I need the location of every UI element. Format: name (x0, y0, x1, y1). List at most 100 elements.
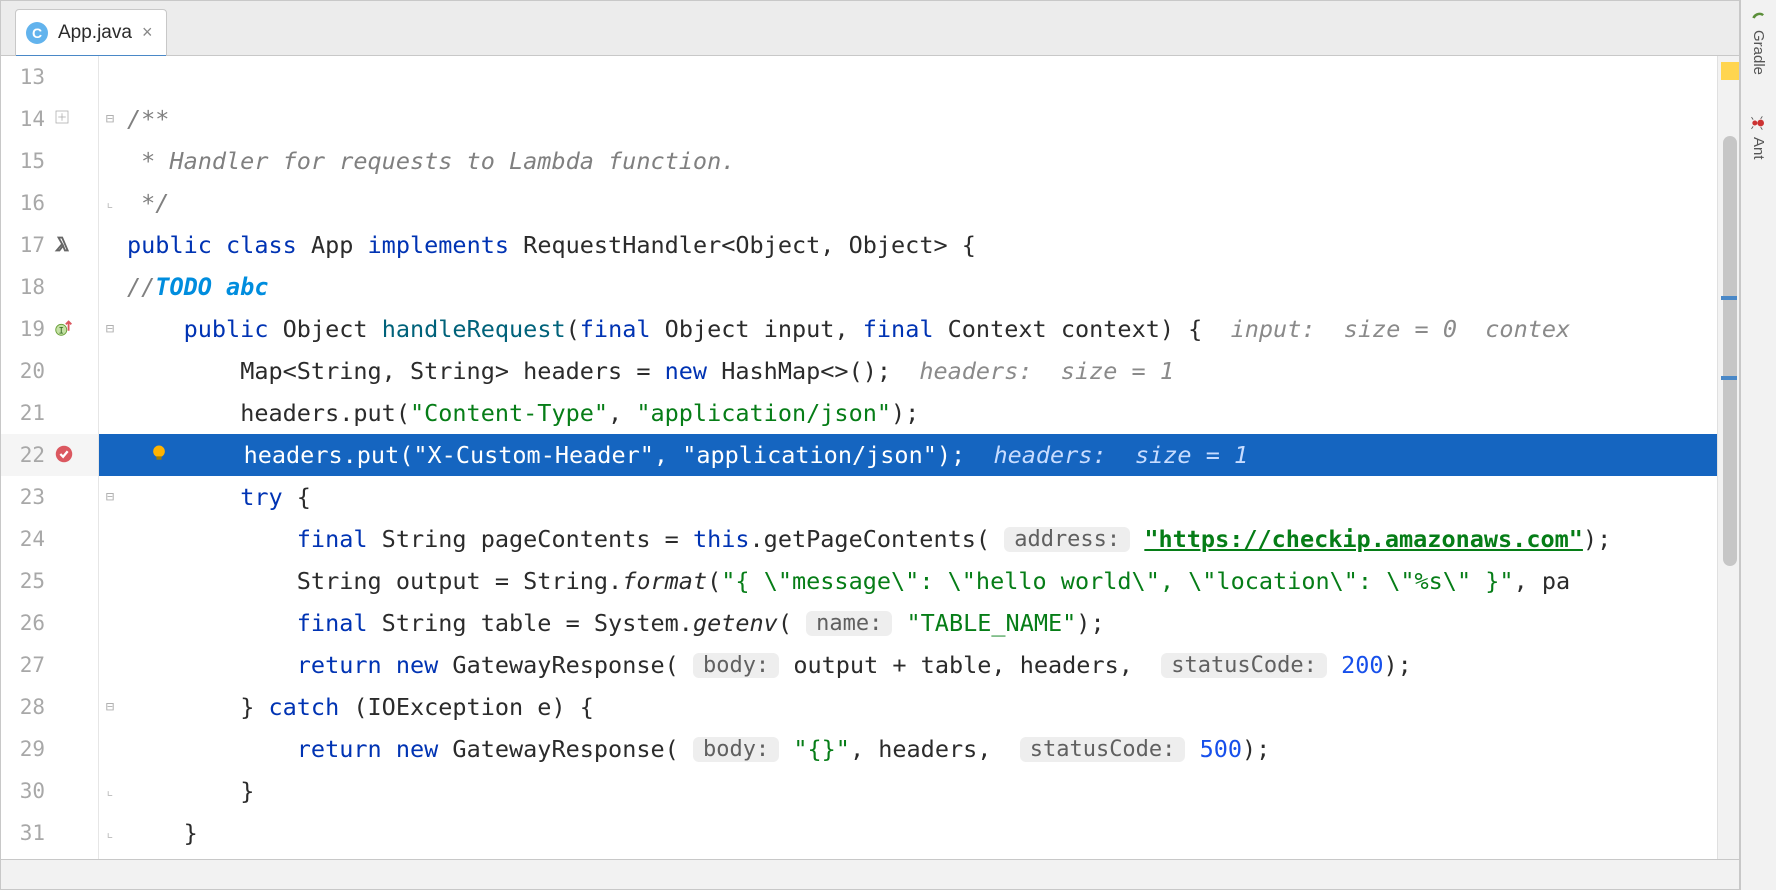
code-token: public class (127, 231, 311, 259)
code-token: /** (127, 105, 169, 133)
lambda-icon[interactable] (53, 233, 77, 257)
marker-rail[interactable] (1717, 56, 1739, 859)
code-line[interactable]: */ (121, 182, 1717, 224)
code-column[interactable]: /** * Handler for requests to Lambda fun… (121, 56, 1717, 859)
code-line[interactable]: return new GatewayResponse( body: "{}", … (121, 728, 1717, 770)
code-token: */ (127, 189, 169, 217)
blue-marker[interactable] (1721, 376, 1737, 380)
fold-handle-icon[interactable]: ⌞ (106, 195, 114, 211)
code-token: handleRequest (382, 315, 566, 343)
code-line[interactable]: headers.put("X-Custom-Header", "applicat… (121, 434, 1717, 476)
gutter-line[interactable]: 25 (1, 560, 98, 602)
code-line[interactable]: } catch (IOException e) { (121, 686, 1717, 728)
fold-cell (99, 602, 121, 644)
gutter[interactable]: 1314 15 16171819I202122232425 26 272829 30 31 (1, 56, 99, 859)
code-token: Object input, (665, 315, 863, 343)
code-line[interactable]: try { (121, 476, 1717, 518)
fold-cell[interactable]: ⊟ (99, 686, 121, 728)
code-token: input: size = 0 contex (1231, 315, 1571, 343)
ant-icon[interactable] (1749, 113, 1769, 133)
blank-icon (53, 527, 77, 551)
gutter-line[interactable]: 30 (1, 770, 98, 812)
code-line[interactable] (121, 56, 1717, 98)
gutter-line[interactable]: 22 (1, 434, 98, 476)
code-token: return new (297, 651, 453, 679)
blue-marker[interactable] (1721, 296, 1737, 300)
scrollbar-thumb[interactable] (1723, 136, 1737, 566)
code-line[interactable]: /** (121, 98, 1717, 140)
code-token: .getPageContents( (750, 525, 1005, 553)
fold-handle-icon[interactable]: ⊟ (106, 321, 114, 337)
editor-area[interactable]: 13141516171819I202122232425262728293031 … (1, 56, 1739, 859)
code-token: public (184, 315, 283, 343)
gutter-line[interactable]: 26 (1, 602, 98, 644)
gutter-line[interactable]: 14 (1, 98, 98, 140)
code-line[interactable]: final String table = System.getenv( name… (121, 602, 1717, 644)
right-bar-label-1[interactable]: Gradle (1750, 30, 1767, 75)
warn-marker[interactable] (1721, 62, 1739, 80)
indent (127, 357, 240, 385)
tab-app-java[interactable]: C App.java × (15, 9, 167, 55)
fold-cell[interactable]: ⌞ (99, 182, 121, 224)
close-icon[interactable]: × (142, 22, 153, 43)
fold-cell[interactable]: ⊟ (99, 308, 121, 350)
fold-cell (99, 56, 121, 98)
gutter-line[interactable]: 31 (1, 812, 98, 854)
gutter-line[interactable]: 21 (1, 392, 98, 434)
fold-cell[interactable]: ⊟ (99, 98, 121, 140)
gutter-line[interactable]: 29 (1, 728, 98, 770)
code-token: this (693, 525, 750, 553)
code-token: getenv (693, 609, 778, 637)
indent (127, 651, 297, 679)
intention-bulb-icon[interactable] (149, 441, 169, 469)
gutter-line[interactable]: 28 (1, 686, 98, 728)
right-bar-label-2[interactable]: Ant (1750, 137, 1767, 160)
code-line[interactable]: String output = String.format("{ \"messa… (121, 560, 1717, 602)
code-line[interactable]: public class App implements RequestHandl… (121, 224, 1717, 266)
indent (127, 777, 240, 805)
gutter-line[interactable]: 24 (1, 518, 98, 560)
fold-cell[interactable]: ⊟ (99, 476, 121, 518)
fold-column[interactable]: ⊟ ⌞ ⊟ ⊟ ⊟ ⌞ ⌞ (99, 56, 121, 859)
code-line[interactable]: } (121, 812, 1717, 854)
code-line[interactable]: final String pageContents = this.getPage… (121, 518, 1717, 560)
fold-cell[interactable]: ⌞ (99, 812, 121, 854)
fold-cell (99, 560, 121, 602)
code-line[interactable]: headers.put("Content-Type", "application… (121, 392, 1717, 434)
code-token (1130, 525, 1144, 553)
indent (127, 609, 297, 637)
gutter-line[interactable]: 18 (1, 266, 98, 308)
gutter-line[interactable]: 27 (1, 644, 98, 686)
line-number: 15 (15, 149, 45, 173)
breakpoint-icon[interactable] (53, 443, 77, 467)
code-line[interactable]: * Handler for requests to Lambda functio… (121, 140, 1717, 182)
gradle-icon[interactable] (1749, 6, 1769, 26)
parameter-hint-pill: body: (693, 653, 779, 678)
code-token: String output = String. (297, 567, 622, 595)
code-line[interactable]: Map<String, String> headers = new HashMa… (121, 350, 1717, 392)
up-icon[interactable]: I (53, 317, 77, 341)
code-line[interactable]: } (121, 770, 1717, 812)
code-line[interactable]: public Object handleRequest(final Object… (121, 308, 1717, 350)
fold-handle-icon[interactable]: ⊟ (106, 111, 114, 127)
fold-handle-icon[interactable]: ⊟ (106, 489, 114, 505)
code-line[interactable]: return new GatewayResponse( body: output… (121, 644, 1717, 686)
fold-handle-icon[interactable]: ⌞ (106, 825, 114, 841)
gutter-line[interactable]: 13 (1, 56, 98, 98)
gutter-line[interactable]: 15 (1, 140, 98, 182)
gutter-line[interactable]: 20 (1, 350, 98, 392)
gutter-line[interactable]: 19I (1, 308, 98, 350)
fold-cell[interactable]: ⌞ (99, 770, 121, 812)
gutter-line[interactable]: 16 (1, 182, 98, 224)
code-line[interactable]: //TODO abc (121, 266, 1717, 308)
gutter-line[interactable]: 17 (1, 224, 98, 266)
line-number: 26 (15, 611, 45, 635)
fold-icon[interactable] (53, 107, 77, 131)
code-token: "{ \"message\": \"hello world\", \"locat… (721, 567, 1513, 595)
fold-cell (99, 350, 121, 392)
line-number: 30 (15, 779, 45, 803)
gutter-line[interactable]: 23 (1, 476, 98, 518)
fold-handle-icon[interactable]: ⊟ (106, 699, 114, 715)
fold-handle-icon[interactable]: ⌞ (106, 783, 114, 799)
right-tool-bar: Gradle Ant (1740, 0, 1776, 890)
